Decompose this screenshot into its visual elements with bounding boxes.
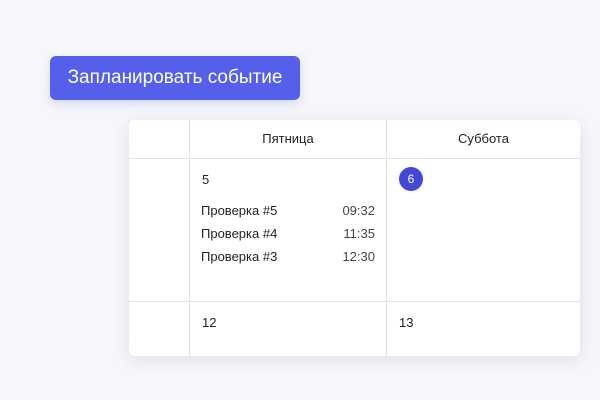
app-canvas: Запланировать событие Пятница Суббота 5 … xyxy=(0,0,600,400)
day-number-friday[interactable]: 12 xyxy=(202,315,216,330)
schedule-event-button[interactable]: Запланировать событие xyxy=(50,56,300,100)
event-title: Проверка #3 xyxy=(201,249,278,264)
event-item[interactable]: Проверка #5 09:32 xyxy=(201,201,375,221)
day-number-friday[interactable]: 5 xyxy=(202,172,209,187)
event-time: 12:30 xyxy=(342,249,375,264)
column-header-saturday: Суббота xyxy=(458,131,509,146)
day-number-saturday-today[interactable]: 6 xyxy=(399,167,423,191)
day-number-saturday[interactable]: 13 xyxy=(399,315,413,330)
column-header-friday: Пятница xyxy=(262,131,314,146)
event-title: Проверка #4 xyxy=(201,226,278,241)
event-item[interactable]: Проверка #4 11:35 xyxy=(201,224,375,244)
grid-divider xyxy=(129,301,580,302)
grid-divider xyxy=(129,158,580,159)
calendar-week-view: Пятница Суббота 5 6 Проверка #5 09:32 Пр… xyxy=(129,120,580,356)
time-gutter-header xyxy=(129,120,189,158)
event-time: 11:35 xyxy=(343,226,375,241)
event-item[interactable]: Проверка #3 12:30 xyxy=(201,247,375,267)
event-title: Проверка #5 xyxy=(201,203,278,218)
event-time: 09:32 xyxy=(342,203,375,218)
